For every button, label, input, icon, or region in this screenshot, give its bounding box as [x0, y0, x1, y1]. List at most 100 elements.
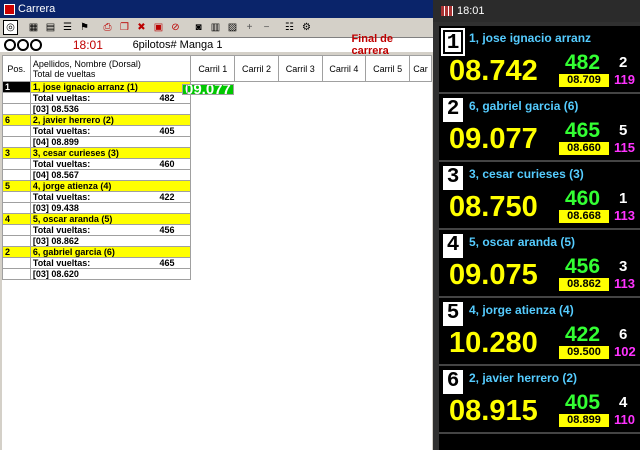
column-header-lane-3[interactable]: Carril 3	[277, 55, 323, 82]
driver-best-row: [03] 08.53608.74208.65008.74408.868	[2, 84, 432, 115]
position-box: 1	[441, 28, 465, 56]
driver-total-row: Total vueltas:42209.52109.43809.47609.50…	[2, 84, 432, 203]
driver-score-card: 3 3, cesar curieses (3) 08.750 460 08.668 1 11…	[439, 162, 640, 230]
lane-number: 1	[619, 190, 628, 207]
driver-name-cell: 6, gabriel garcia (6)	[29, 246, 192, 258]
driver-name-cell: 1, jose ignacio arranz (1)	[29, 81, 192, 93]
copy-icon[interactable]: ❐	[117, 20, 132, 35]
open-icon[interactable]: ▣	[151, 20, 166, 35]
total-label: Total vueltas:	[32, 192, 91, 202]
flag-icon[interactable]: ⚑	[77, 20, 92, 35]
start-light-icon	[29, 39, 42, 51]
delete-icon[interactable]: ✖	[134, 20, 149, 35]
total-laps-cell: Total vueltas: 465	[29, 257, 192, 269]
column-header-pos[interactable]: Pos.	[2, 55, 31, 82]
driver-name-cell: 5, oscar aranda (5)	[29, 213, 192, 225]
total-laps-cell: Total vueltas: 482	[29, 92, 192, 104]
last-lap-time: 08.899	[559, 414, 609, 427]
total-laps-cell: Total vueltas: 405	[29, 125, 192, 137]
app-icon	[4, 3, 15, 15]
empty-cell	[2, 257, 31, 269]
results-grid[interactable]: Pos. Apellidos, Nombre (Dorsal) Total de…	[2, 55, 432, 450]
driver-name-cell: 2, javier herrero (2)	[29, 114, 192, 126]
scoreboard-clock: 18:01	[457, 5, 485, 17]
empty-cell	[2, 136, 31, 148]
empty-cell	[2, 191, 31, 203]
start-light-icon	[4, 39, 16, 51]
driver-name: 1, jose ignacio arranz	[469, 31, 592, 45]
palette-icon[interactable]: ▨	[225, 20, 240, 35]
add-icon[interactable]: +	[242, 20, 257, 35]
lap-time-cell: 09.077	[182, 84, 234, 95]
best-lap-time: 09.077	[449, 123, 538, 155]
camera-icon[interactable]: ◙	[191, 20, 206, 35]
empty-cell	[2, 268, 31, 280]
settings-icon[interactable]: ⚙	[299, 20, 314, 35]
notes-icon[interactable]: ☷	[282, 20, 297, 35]
position-cell: 5	[2, 180, 31, 192]
driver-row[interactable]: 33, cesar curieses (3)113120122105	[2, 84, 432, 159]
toolbar-separator	[94, 20, 98, 35]
total-laps: 460	[565, 187, 601, 210]
print-icon[interactable]: ⎙	[100, 20, 115, 35]
best-lap-cell: [04] 08.567	[29, 169, 192, 181]
total-value: 460	[159, 159, 175, 169]
best-lap-cell: [03] 08.862	[29, 235, 192, 247]
lane-laps: 115	[614, 140, 635, 155]
column-header-lane-6[interactable]: Car	[408, 55, 432, 82]
total-label: Total vueltas:	[32, 126, 91, 136]
driver-name: 2, javier herrero (2)	[469, 371, 578, 385]
total-value: 405	[159, 126, 175, 136]
scoreboard-window: 18:01 1 1, jose ignacio arranz 08.742 482 08…	[433, 0, 640, 450]
position-cell: 1	[2, 81, 31, 93]
total-label: Total vueltas:	[32, 258, 91, 268]
race-info-bar: 18:01 6pilotos# Manga 1 Final de carrera	[0, 33, 433, 57]
best-lap-time: 10.280	[449, 327, 538, 359]
scoreboard-panel: 1 1, jose ignacio arranz 08.742 482 08.709 2 1…	[439, 26, 640, 450]
driver-best-row: [03] 09.43809.86509.80609.74510.280	[2, 84, 432, 214]
lane-laps: 119	[614, 72, 635, 87]
best-lap-time: 08.742	[449, 55, 538, 87]
driver-name: 6, gabriel garcia (6)	[469, 99, 579, 113]
column-header-lane-1[interactable]: Carril 1	[190, 55, 236, 82]
column-header-lane-5[interactable]: Carril 5	[365, 55, 410, 82]
total-laps: 482	[565, 51, 601, 74]
column-header-lane-4[interactable]: Carril 4	[321, 55, 367, 82]
last-lap-time: 08.862	[559, 278, 609, 291]
grid-icon[interactable]: ▦	[26, 20, 41, 35]
driver-best-row: [03] 08.62009.09208.71408.93409.077	[2, 84, 432, 280]
total-laps-cell: Total vueltas: 422	[29, 191, 192, 203]
empty-cell	[2, 169, 31, 181]
minus-icon[interactable]: −	[259, 20, 274, 35]
screen-icon[interactable]: ▤	[43, 20, 58, 35]
total-laps: 422	[565, 323, 601, 346]
empty-cell	[2, 224, 31, 236]
driver-total-row: Total vueltas:40508.97808.89908.929	[2, 84, 432, 137]
total-label: Total vueltas:	[32, 93, 91, 103]
heat-label: 6pilotos# Manga 1	[132, 39, 223, 51]
driver-name: 4, jorge atienza (4)	[469, 303, 574, 317]
last-lap-time: 08.709	[559, 74, 609, 87]
results-table: Pos. Apellidos, Nombre (Dorsal) Total de…	[2, 55, 432, 280]
driver-row[interactable]: 45, oscar aranda (5)113113115115	[2, 84, 432, 225]
list-icon[interactable]: ☰	[60, 20, 75, 35]
column-header-lane-2[interactable]: Carril 2	[234, 55, 279, 82]
position-cell: 6	[2, 114, 31, 126]
driver-row[interactable]: 62, javier herrero (2)9489110112	[2, 84, 432, 126]
position-box: 6	[443, 370, 463, 394]
total-laps: 405	[565, 391, 601, 414]
stop-icon[interactable]: ⊘	[168, 20, 183, 35]
race-icon[interactable]: ◎	[3, 20, 18, 35]
driver-row[interactable]: 26, gabriel garcia (6)115116119115	[2, 84, 432, 258]
last-lap-time: 09.500	[559, 346, 609, 359]
driver-row[interactable]: 54, jorge atienza (4)105105110102	[2, 84, 432, 192]
best-lap-time: 08.750	[449, 191, 538, 223]
column-header-name[interactable]: Apellidos, Nombre (Dorsal) Total de vuel…	[29, 55, 192, 82]
empty-cell	[2, 92, 31, 104]
last-lap-time: 08.668	[559, 210, 609, 223]
empty-cell	[2, 125, 31, 137]
race-clock: 18:01	[72, 38, 103, 52]
calendar-icon[interactable]: ▥	[208, 20, 223, 35]
driver-total-row: Total vueltas:46508.85008.62008.63608.66…	[2, 84, 432, 269]
position-box: 5	[443, 302, 463, 326]
